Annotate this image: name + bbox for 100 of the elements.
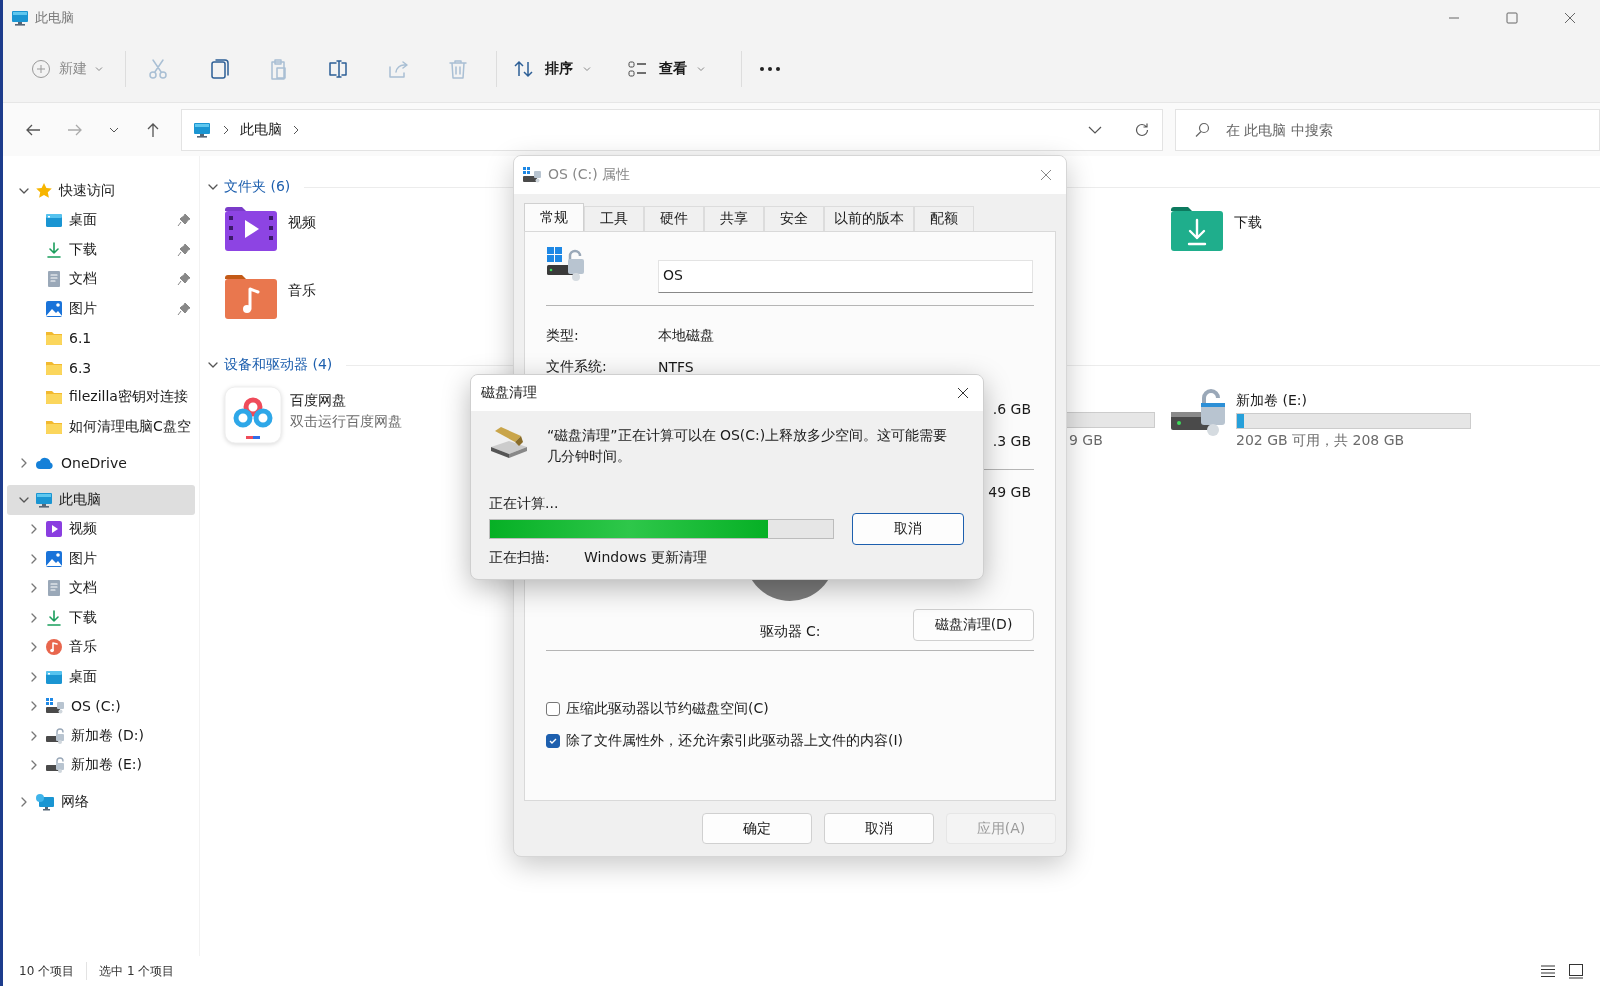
details-view-icon[interactable] [1540, 963, 1556, 979]
tab[interactable]: 安全 [764, 206, 824, 231]
monitor-icon [11, 9, 29, 27]
nav-item[interactable]: 新加卷 (E:) [7, 750, 195, 780]
refresh-icon[interactable] [1133, 121, 1150, 138]
breadcrumb-item[interactable]: 此电脑 [239, 120, 282, 139]
cloud-app-icon [224, 386, 282, 444]
sort-button[interactable]: 排序 [505, 51, 599, 87]
pin-icon[interactable] [177, 242, 191, 257]
tab[interactable]: 配额 [914, 206, 974, 231]
group-header[interactable]: 设备和驱动器 (4) [224, 356, 333, 374]
nav-item[interactable]: 快速访问 [7, 176, 195, 206]
folder-icon [45, 329, 63, 348]
dialog-title: OS (C:) 属性 [548, 166, 631, 184]
nav-item[interactable]: 图片 [7, 544, 195, 574]
chevron-down-icon[interactable] [208, 360, 218, 370]
name-field[interactable]: OS [658, 260, 1033, 293]
chevron-right-icon[interactable] [29, 524, 39, 535]
pin-icon[interactable] [177, 213, 191, 228]
address-bar[interactable]: 此电脑 [180, 108, 1163, 151]
tab[interactable]: 硬件 [644, 206, 704, 231]
nav-item[interactable]: 6.3 [7, 353, 195, 383]
nav-item[interactable]: 文档 [7, 264, 195, 294]
nav-item[interactable]: 桌面 [7, 662, 195, 692]
group-header[interactable]: 文件夹 (6) [224, 178, 291, 196]
nav-item[interactable]: 桌面 [7, 205, 195, 235]
chevron-right-icon[interactable] [29, 553, 39, 564]
scan-label: 正在扫描: [489, 549, 551, 567]
nav-item[interactable]: 此电脑 [7, 485, 195, 515]
pin-icon[interactable] [177, 272, 191, 287]
close-icon[interactable] [957, 387, 969, 399]
view-button[interactable]: 查看 [619, 51, 713, 87]
chevron-right-icon[interactable] [29, 671, 39, 682]
trash-icon [447, 58, 469, 80]
chevron-down-icon[interactable] [208, 182, 218, 192]
scan-item: Windows 更新清理 [584, 549, 707, 567]
dialog-button[interactable]: 确定 [702, 813, 812, 844]
cancel-button[interactable]: 取消 [852, 513, 964, 545]
search-field[interactable]: 在 此电脑 中搜索 [1174, 108, 1600, 151]
tiles-view-icon[interactable] [1568, 963, 1584, 979]
monitor-icon [35, 490, 53, 509]
capacity-text: 9 GB [1069, 432, 1103, 448]
nav-item[interactable]: 6.1 [7, 323, 195, 353]
tab[interactable]: 工具 [584, 206, 644, 231]
drive-tile[interactable]: 新加卷 (E:) 202 GB 可用，共 208 GB [1170, 386, 1600, 450]
progress-label: 正在计算... [489, 495, 560, 513]
checkbox-label[interactable]: 除了文件属性外，还允许索引此驱动器上文件的内容(I) [566, 732, 904, 750]
nav-item[interactable]: 文档 [7, 573, 195, 603]
document-icon [45, 579, 63, 598]
field-label: 类型: [546, 326, 580, 345]
chevron-right-icon[interactable] [29, 642, 39, 653]
nav-item[interactable]: OS (C:) [7, 691, 195, 721]
plus-icon [31, 59, 51, 79]
nav-item[interactable]: 新加卷 (D:) [7, 721, 195, 751]
status-text: 10 个项目 [19, 962, 75, 980]
chevron-down-icon[interactable] [1087, 124, 1102, 135]
folder-tile[interactable]: 下载 [1170, 206, 1600, 258]
chevron-right-icon[interactable] [29, 760, 39, 771]
tab[interactable]: 常规 [524, 203, 584, 231]
search-input[interactable]: 在 此电脑 中搜索 [1223, 120, 1599, 139]
chevron-right-icon[interactable] [19, 796, 29, 807]
checkbox-label[interactable]: 压缩此驱动器以节约磁盘空间(C) [566, 700, 769, 718]
disk-cleanup-icon [489, 425, 529, 459]
nav-item[interactable]: filezilla密钥对连接 [7, 382, 195, 412]
nav-item[interactable]: 下载 [7, 235, 195, 265]
nav-item[interactable]: 网络 [7, 787, 195, 817]
pin-icon[interactable] [177, 301, 191, 316]
size-value: 49 GB [988, 484, 1031, 500]
chevron-right-icon[interactable] [29, 612, 39, 623]
dialog-title: 磁盘清理 [481, 384, 537, 402]
tab[interactable]: 共享 [704, 206, 764, 231]
nav-item[interactable]: 如何清理电脑C盘空 [7, 412, 195, 442]
tab[interactable]: 以前的版本 [824, 206, 914, 231]
download-arrow-icon [45, 240, 63, 259]
chevron-right-icon[interactable] [29, 730, 39, 741]
music-folder-icon [224, 274, 278, 320]
field-value: NTFS [658, 358, 694, 375]
nav-item[interactable]: 视频 [7, 514, 195, 544]
maximize-icon[interactable] [1506, 12, 1518, 24]
sort-arrows-icon [513, 59, 535, 79]
status-text: 选中 1 个项目 [99, 962, 175, 980]
field-label: 文件系统: [546, 357, 608, 376]
star-icon [35, 181, 53, 200]
size-value: .3 GB [992, 433, 1031, 449]
document-icon [45, 270, 63, 289]
nav-item[interactable]: OneDrive [7, 448, 195, 478]
rename-icon [327, 58, 349, 80]
checkmark-icon [548, 736, 558, 746]
dialog-button[interactable]: 取消 [824, 813, 934, 844]
checkbox[interactable] [546, 702, 560, 716]
nav-item[interactable]: 下载 [7, 603, 195, 633]
checkbox[interactable] [546, 734, 560, 748]
chevron-right-icon[interactable] [29, 701, 39, 712]
disk-cleanup-button[interactable]: 磁盘清理(D) [913, 609, 1034, 641]
chevron-right-icon[interactable] [29, 583, 39, 594]
nav-item[interactable]: 图片 [7, 294, 195, 324]
nav-item[interactable]: 音乐 [7, 632, 195, 662]
music-note-icon [45, 638, 63, 657]
chevron-right-icon[interactable] [19, 458, 29, 469]
field-value: 本地磁盘 [658, 326, 714, 345]
